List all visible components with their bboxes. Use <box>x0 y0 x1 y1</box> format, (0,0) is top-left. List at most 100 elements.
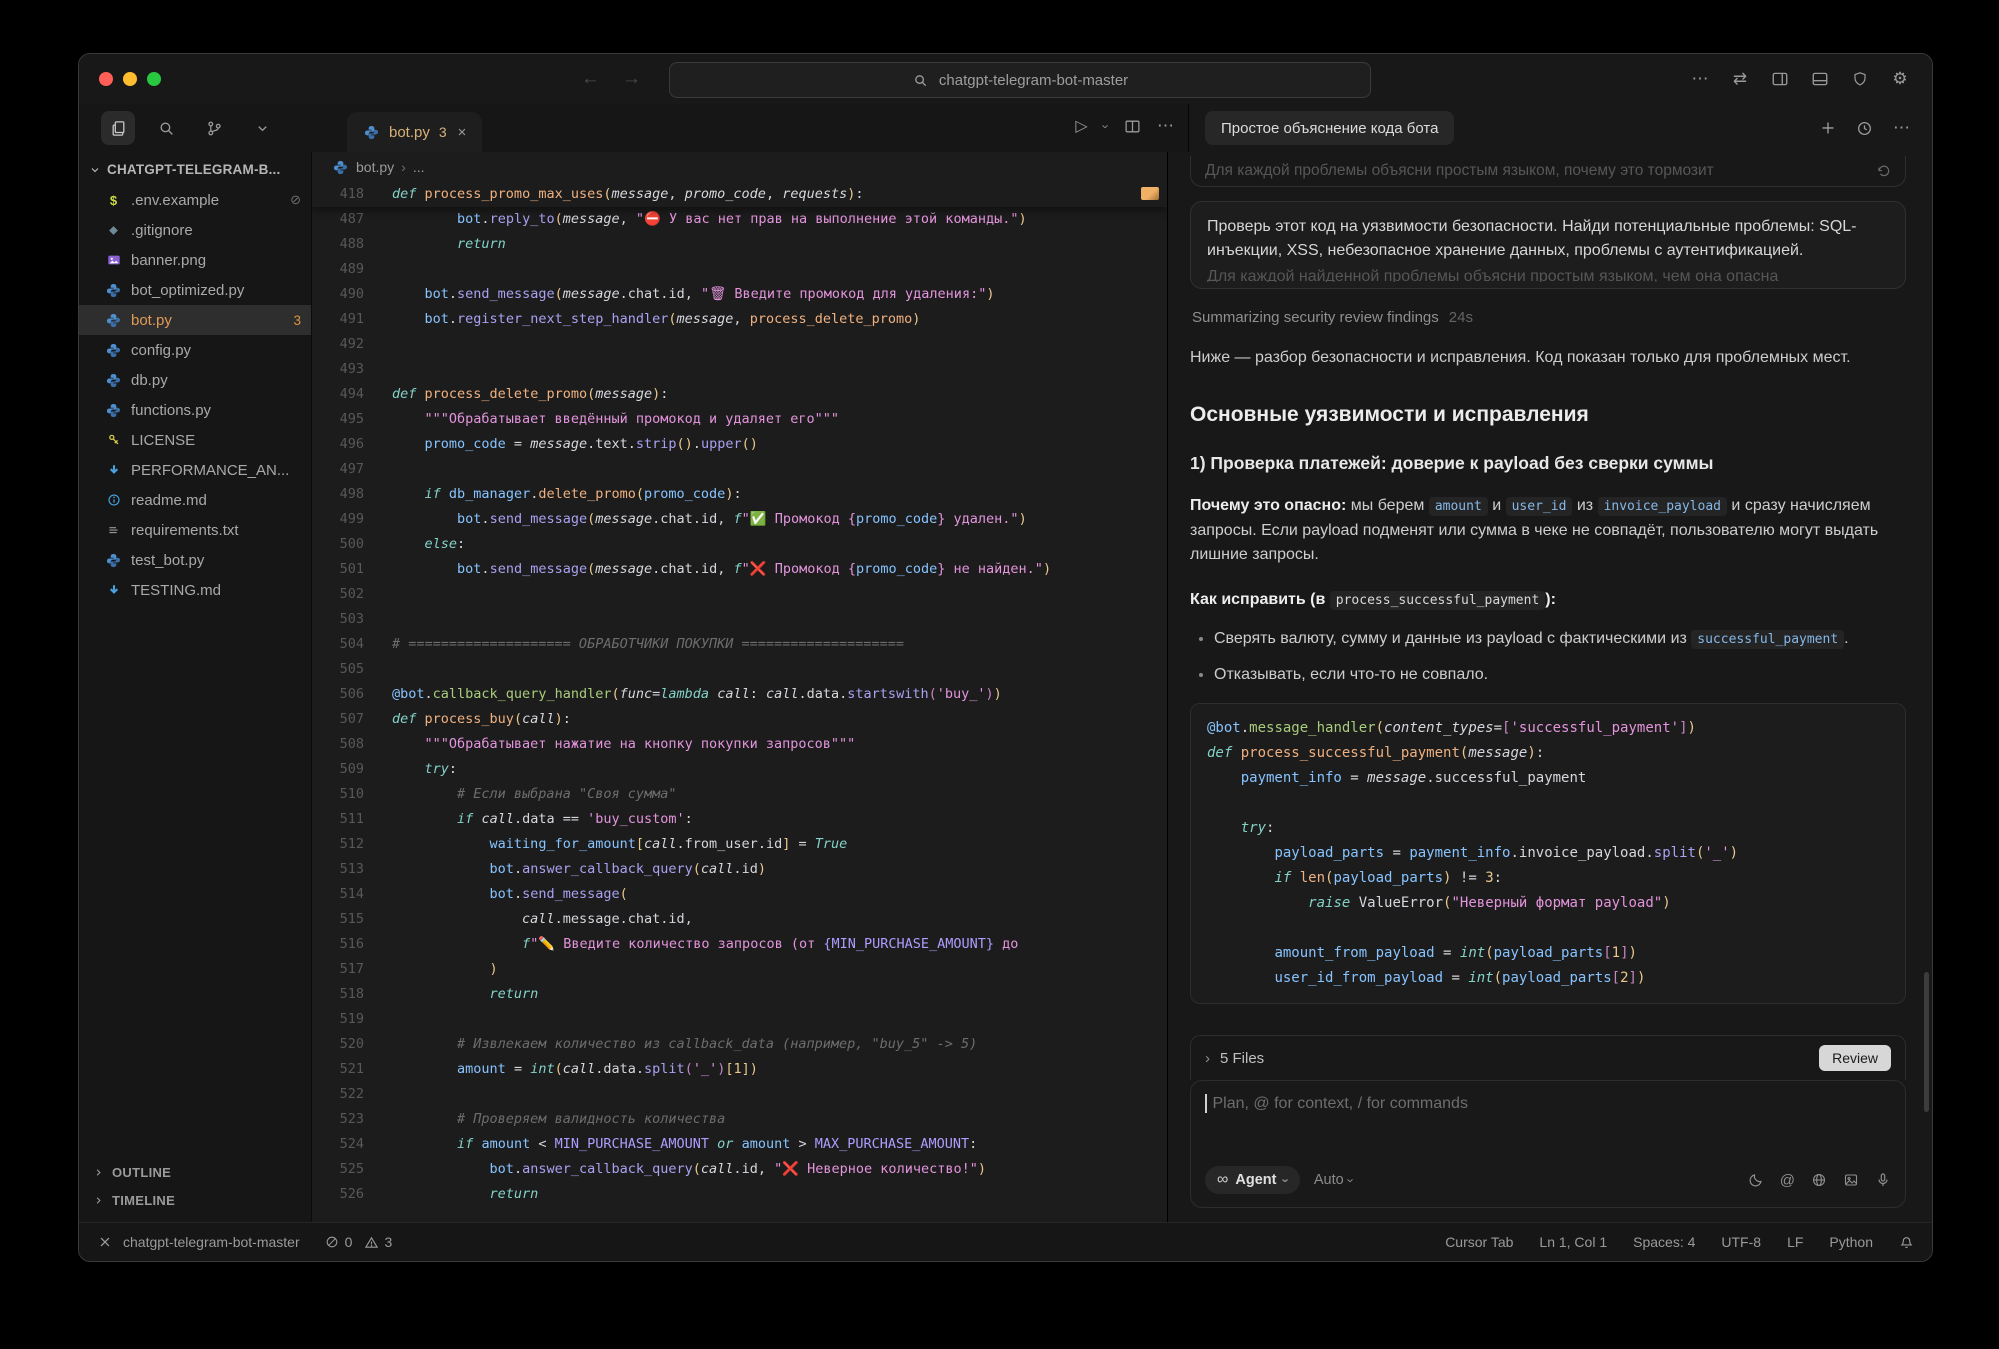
toggle-sidebar-icon[interactable] <box>1770 69 1790 89</box>
file-item-bot-optimized-py[interactable]: bot_optimized.py <box>79 275 311 305</box>
status-item-spaces-4[interactable]: Spaces: 4 <box>1633 1234 1695 1250</box>
status-item-python[interactable]: Python <box>1829 1234 1873 1250</box>
chevron-down-icon[interactable] <box>245 111 279 145</box>
agent-mode-selector[interactable]: ∞ Agent › <box>1205 1166 1300 1194</box>
assistant-code-block[interactable]: @bot.message_handler(content_types=['suc… <box>1190 703 1906 1004</box>
gitignore-file-icon <box>105 222 122 239</box>
code-line: 516 f"✏️ Введите количество запросов (от… <box>312 932 1167 957</box>
code-area[interactable]: 418def process_promo_max_uses(message, p… <box>312 182 1167 1222</box>
review-button[interactable]: Review <box>1819 1045 1891 1071</box>
toggle-panel-icon[interactable] <box>1810 69 1830 89</box>
chat-history-icon[interactable] <box>1856 120 1873 137</box>
chat-tab-title: Простое объяснение кода бота <box>1221 120 1438 137</box>
changed-files-bar[interactable]: › 5 Files Review <box>1190 1035 1906 1080</box>
status-item-cursor-tab[interactable]: Cursor Tab <box>1445 1234 1513 1250</box>
run-options-chevron-icon[interactable]: › <box>1098 124 1113 128</box>
microphone-icon[interactable] <box>1875 1172 1891 1188</box>
status-item-utf-8[interactable]: UTF-8 <box>1721 1234 1761 1250</box>
source-control-icon[interactable] <box>197 111 231 145</box>
file-item--env-example[interactable]: $.env.example⊘ <box>79 185 311 215</box>
file-item-performance-an-[interactable]: PERFORMANCE_AN... <box>79 455 311 485</box>
zoom-window-button[interactable] <box>147 72 161 86</box>
code-line: 524 if amount < MIN_PURCHASE_AMOUNT or a… <box>312 1132 1167 1157</box>
file-item-license[interactable]: LICENSE <box>79 425 311 455</box>
file-item-test-bot-py[interactable]: test_bot.py <box>79 545 311 575</box>
line-number: 520 <box>312 1032 364 1057</box>
breadcrumb[interactable]: bot.py › ... <box>312 152 1167 182</box>
code-line: 520 # Извлекаем количество из callback_d… <box>312 1032 1167 1057</box>
line-number: 492 <box>312 332 364 357</box>
chat-more-icon[interactable]: ⋯ <box>1893 118 1910 138</box>
status-item-ln-1-col-1[interactable]: Ln 1, Col 1 <box>1539 1234 1607 1250</box>
split-editor-icon[interactable] <box>1124 118 1141 135</box>
code-line: 523 # Проверяем валидность количества <box>312 1107 1167 1132</box>
minimize-window-button[interactable] <box>123 72 137 86</box>
code-line: 506@bot.callback_query_handler(func=lamb… <box>312 682 1167 707</box>
thinking-status[interactable]: Summarizing security review findings 24s <box>1192 309 1906 326</box>
close-tab-icon[interactable]: × <box>458 124 467 141</box>
markdown-file-icon <box>105 462 122 479</box>
explorer-icon[interactable] <box>101 111 135 145</box>
file-name: .gitignore <box>131 222 301 239</box>
code-line: 508 """Обрабатывает нажатие на кнопку по… <box>312 732 1167 757</box>
code-line: 490 bot.send_message(message.chat.id, "🗑… <box>312 282 1167 307</box>
model-selector[interactable]: Auto › <box>1314 1172 1353 1188</box>
line-number: 500 <box>312 532 364 557</box>
run-python-icon[interactable]: ▷ <box>1075 116 1087 136</box>
line-number: 490 <box>312 282 364 307</box>
gear-icon[interactable]: ⚙ <box>1890 69 1910 89</box>
files-count-label: 5 Files <box>1220 1050 1264 1067</box>
web-icon[interactable] <box>1811 1172 1827 1188</box>
file-name: bot.py <box>131 312 284 329</box>
outline-section[interactable]: OUTLINE <box>79 1158 311 1186</box>
tab-bot-py[interactable]: bot.py 3 × <box>347 112 482 152</box>
close-window-button[interactable] <box>99 72 113 86</box>
chat-scrollbar-thumb[interactable] <box>1924 972 1929 1112</box>
line-number: 507 <box>312 707 364 732</box>
code-line: 500 else: <box>312 532 1167 557</box>
file-item-testing-md[interactable]: TESTING.md <box>79 575 311 605</box>
command-center-search[interactable]: chatgpt-telegram-bot-master <box>669 62 1371 98</box>
line-number: 508 <box>312 732 364 757</box>
more-actions-icon[interactable]: ⋯ <box>1690 69 1710 89</box>
editor-more-icon[interactable]: ⋯ <box>1157 116 1174 136</box>
file-item-requirements-txt[interactable]: requirements.txt <box>79 515 311 545</box>
line-number: 521 <box>312 1057 364 1082</box>
toggle-tabs-icon[interactable]: ⇄ <box>1730 69 1750 89</box>
status-item-lf[interactable]: LF <box>1787 1234 1803 1250</box>
workspace-name[interactable]: chatgpt-telegram-bot-master <box>123 1234 300 1250</box>
problems-indicator[interactable]: 0 3 <box>324 1234 393 1250</box>
previous-message-clipped: Для каждой проблемы объясни простым язык… <box>1190 156 1906 187</box>
chevron-right-icon <box>93 1167 104 1178</box>
file-item-db-py[interactable]: db.py <box>79 365 311 395</box>
project-root-folder[interactable]: CHATGPT-TELEGRAM-B... <box>79 152 311 185</box>
file-name: readme.md <box>131 492 301 509</box>
chat-tab[interactable]: Простое объяснение кода бота <box>1205 111 1454 145</box>
snooze-icon[interactable] <box>1748 1172 1764 1188</box>
image-attach-icon[interactable] <box>1843 1172 1859 1188</box>
code-line: 494def process_delete_promo(message): <box>312 382 1167 407</box>
chat-input-box[interactable]: Plan, @ for context, / for commands ∞ Ag… <box>1190 1080 1906 1208</box>
search-panel-icon[interactable] <box>149 111 183 145</box>
back-arrow-icon[interactable]: ← <box>581 68 600 90</box>
file-item-config-py[interactable]: config.py <box>79 335 311 365</box>
forward-arrow-icon[interactable]: → <box>622 68 641 90</box>
sidebar-toolbar <box>79 104 333 152</box>
bell-icon[interactable] <box>1899 1235 1914 1250</box>
file-item-functions-py[interactable]: functions.py <box>79 395 311 425</box>
new-chat-icon[interactable] <box>1820 120 1836 136</box>
shield-icon[interactable] <box>1850 69 1870 89</box>
python-file-icon <box>105 342 122 359</box>
file-item-banner-png[interactable]: banner.png <box>79 245 311 275</box>
file-item--gitignore[interactable]: .gitignore <box>79 215 311 245</box>
code-line: 487 bot.reply_to(message, "⛔ У вас нет п… <box>312 207 1167 232</box>
file-item-readme-md[interactable]: readme.md <box>79 485 311 515</box>
chat-scroll[interactable]: Для каждой проблемы объясни простым язык… <box>1190 152 1906 1035</box>
file-item-bot-py[interactable]: bot.py3 <box>79 305 311 335</box>
restore-checkpoint-icon[interactable] <box>1876 164 1891 179</box>
user-message-text: Проверь этот код на уязвимости безопасно… <box>1207 215 1889 263</box>
mention-icon[interactable]: @ <box>1780 1172 1795 1189</box>
markdown-file-icon <box>105 582 122 599</box>
timeline-section[interactable]: TIMELINE <box>79 1186 311 1214</box>
remote-tools-icon[interactable] <box>97 1234 113 1250</box>
